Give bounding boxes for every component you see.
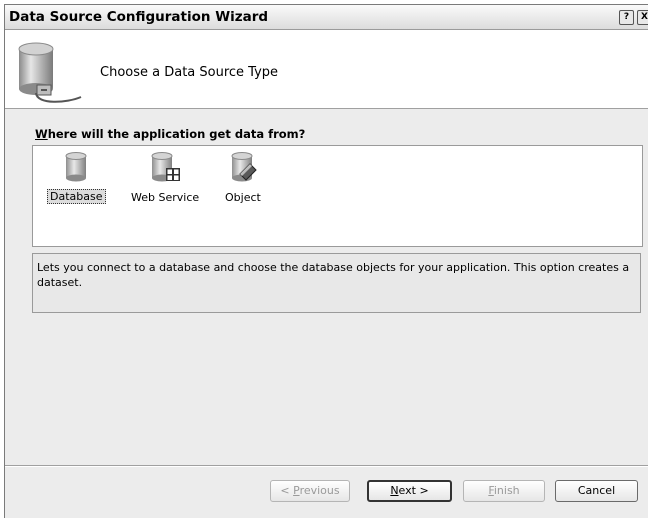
next-label: ext > — [398, 484, 429, 497]
source-prompt: Where will the application get data from… — [35, 127, 305, 141]
footer-divider — [5, 465, 648, 467]
source-label-object: Object — [225, 191, 261, 204]
source-item-database[interactable]: Database — [47, 152, 106, 204]
cancel-button[interactable]: Cancel — [555, 480, 638, 502]
window-title: Data Source Configuration Wizard — [9, 9, 269, 25]
next-accelerator: N — [390, 484, 399, 497]
prompt-accelerator: W — [35, 127, 48, 141]
finish-label: inish — [493, 484, 520, 497]
page-title: Choose a Data Source Type — [100, 65, 279, 80]
finish-button[interactable]: Finish — [463, 480, 545, 502]
web-service-icon — [129, 152, 201, 187]
wizard-window: Data Source Configuration Wizard ? X Cho… — [4, 4, 648, 518]
database-icon — [47, 152, 106, 185]
source-label-database: Database — [47, 189, 106, 204]
database-plug-icon — [15, 39, 95, 106]
source-item-object[interactable]: Object — [223, 152, 263, 204]
source-label-web-service: Web Service — [131, 191, 200, 204]
source-item-web-service[interactable]: Web Service — [129, 152, 201, 204]
next-button[interactable]: Next > — [367, 480, 452, 502]
title-bar[interactable]: Data Source Configuration Wizard ? X — [5, 5, 648, 30]
source-description: Lets you connect to a database and choos… — [32, 253, 641, 313]
data-source-list[interactable]: Database Web Service Object — [32, 145, 643, 247]
previous-label: revious — [299, 484, 340, 497]
object-icon — [223, 152, 263, 187]
previous-prefix: < — [280, 484, 294, 497]
wizard-header: Choose a Data Source Type — [5, 30, 648, 109]
help-button[interactable]: ? — [619, 10, 634, 25]
prompt-text: here will the application get data from? — [47, 127, 306, 141]
close-button[interactable]: X — [637, 10, 648, 25]
previous-button[interactable]: < Previous — [270, 480, 350, 502]
